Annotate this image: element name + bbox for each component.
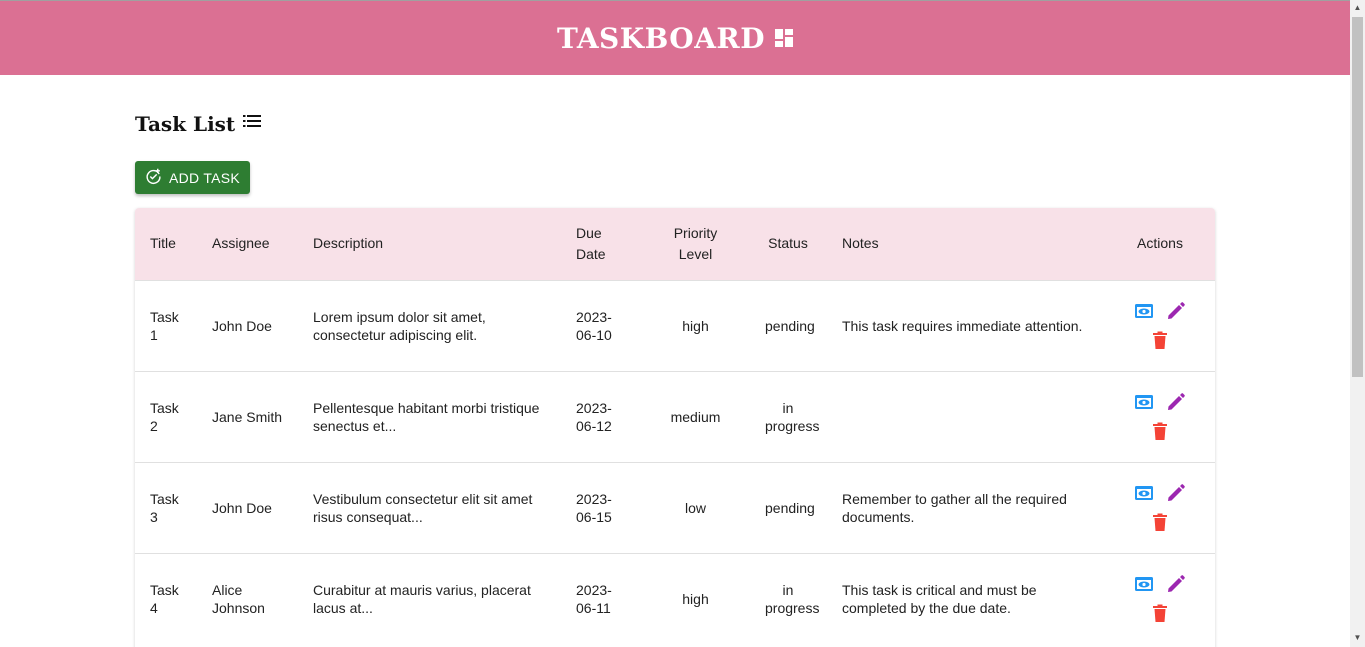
- eye-icon[interactable]: [1134, 301, 1154, 321]
- trash-icon[interactable]: [1150, 603, 1170, 623]
- task-status: pending: [765, 499, 815, 516]
- table-row: Task 4 Alice Johnson Curabitur at mauris…: [135, 553, 1215, 644]
- task-notes: This task requires immediate attention.: [842, 317, 1083, 334]
- table-header-row: Title Assignee Description Due Date Prio…: [135, 208, 1215, 280]
- column-header-assignee[interactable]: Assignee: [197, 208, 298, 280]
- task-table: Title Assignee Description Due Date Prio…: [135, 208, 1215, 647]
- table-row: Task 3 John Doe Vestibulum consectetur e…: [135, 462, 1215, 553]
- trash-icon[interactable]: [1150, 330, 1170, 350]
- task-assignee: Alice Johnson: [212, 581, 265, 616]
- task-due-date: 2023-06-12: [576, 399, 612, 434]
- scrollbar-thumb[interactable]: [1352, 17, 1363, 377]
- task-description: Pellentesque habitant morbi tristique se…: [313, 399, 540, 434]
- task-actions: [1105, 553, 1215, 644]
- task-assignee: Jane Smith: [212, 408, 283, 425]
- page-title: Task List: [135, 112, 236, 136]
- task-priority: high: [682, 590, 709, 607]
- task-description: Curabitur at mauris varius, placerat lac…: [313, 581, 531, 616]
- pencil-icon[interactable]: [1166, 301, 1186, 321]
- trash-icon[interactable]: [1150, 512, 1170, 532]
- column-header-priority[interactable]: Priority Level: [642, 208, 749, 280]
- column-header-status[interactable]: Status: [749, 208, 827, 280]
- task-actions: [1105, 462, 1215, 553]
- table-row: Task 2 Jane Smith Pellentesque habitant …: [135, 371, 1215, 462]
- task-title: Task 1: [150, 308, 179, 343]
- list-icon: [243, 114, 262, 128]
- column-header-actions: Actions: [1137, 235, 1183, 252]
- column-header-title[interactable]: Title: [135, 208, 197, 280]
- task-priority: high: [682, 317, 709, 334]
- task-title: Task 2: [150, 399, 179, 434]
- add-task-button[interactable]: ADD TASK: [135, 161, 250, 194]
- scroll-down-arrow-icon[interactable]: ▼: [1352, 632, 1363, 644]
- task-actions: [1105, 371, 1215, 462]
- task-actions: [1105, 280, 1215, 371]
- app-header: TASKBOARD: [0, 1, 1350, 75]
- trash-icon[interactable]: [1150, 421, 1170, 441]
- column-header-due-date[interactable]: Due Date: [561, 208, 642, 280]
- page-title-row: Task List: [135, 112, 262, 136]
- task-notes: Remember to gather all the required docu…: [842, 490, 1067, 525]
- table-row: Task 1 John Doe Lorem ipsum dolor sit am…: [135, 280, 1215, 371]
- task-status: in progress: [765, 399, 820, 434]
- task-due-date: 2023-06-15: [576, 490, 612, 525]
- task-due-date: 2023-06-11: [576, 581, 612, 616]
- task-title: Task 4: [150, 581, 179, 616]
- pencil-icon[interactable]: [1166, 392, 1186, 412]
- eye-icon[interactable]: [1134, 392, 1154, 412]
- scroll-up-arrow-icon[interactable]: ▲: [1352, 2, 1363, 14]
- task-notes: This task is critical and must be comple…: [842, 581, 1037, 616]
- task-due-date: 2023-06-10: [576, 308, 612, 343]
- app-title: TASKBOARD: [557, 21, 765, 55]
- task-status: pending: [765, 317, 815, 334]
- column-header-description[interactable]: Description: [298, 208, 561, 280]
- task-assignee: John Doe: [212, 499, 272, 516]
- eye-icon[interactable]: [1134, 483, 1154, 503]
- task-title: Task 3: [150, 490, 179, 525]
- dashboard-icon: [774, 29, 793, 47]
- pencil-icon[interactable]: [1166, 483, 1186, 503]
- task-description: Vestibulum consectetur elit sit amet ris…: [313, 490, 533, 525]
- task-notes: [827, 371, 1105, 462]
- pencil-icon[interactable]: [1166, 574, 1186, 594]
- task-assignee: John Doe: [212, 317, 272, 334]
- brand: TASKBOARD: [557, 22, 793, 55]
- task-priority: low: [684, 499, 706, 516]
- add-task-icon: [145, 168, 162, 188]
- task-status: in progress: [765, 581, 820, 616]
- task-description: Lorem ipsum dolor sit amet, consectetur …: [313, 308, 486, 343]
- column-header-notes[interactable]: Notes: [827, 208, 1105, 280]
- eye-icon[interactable]: [1134, 574, 1154, 594]
- add-task-label: ADD TASK: [168, 169, 241, 186]
- task-priority: medium: [670, 408, 721, 425]
